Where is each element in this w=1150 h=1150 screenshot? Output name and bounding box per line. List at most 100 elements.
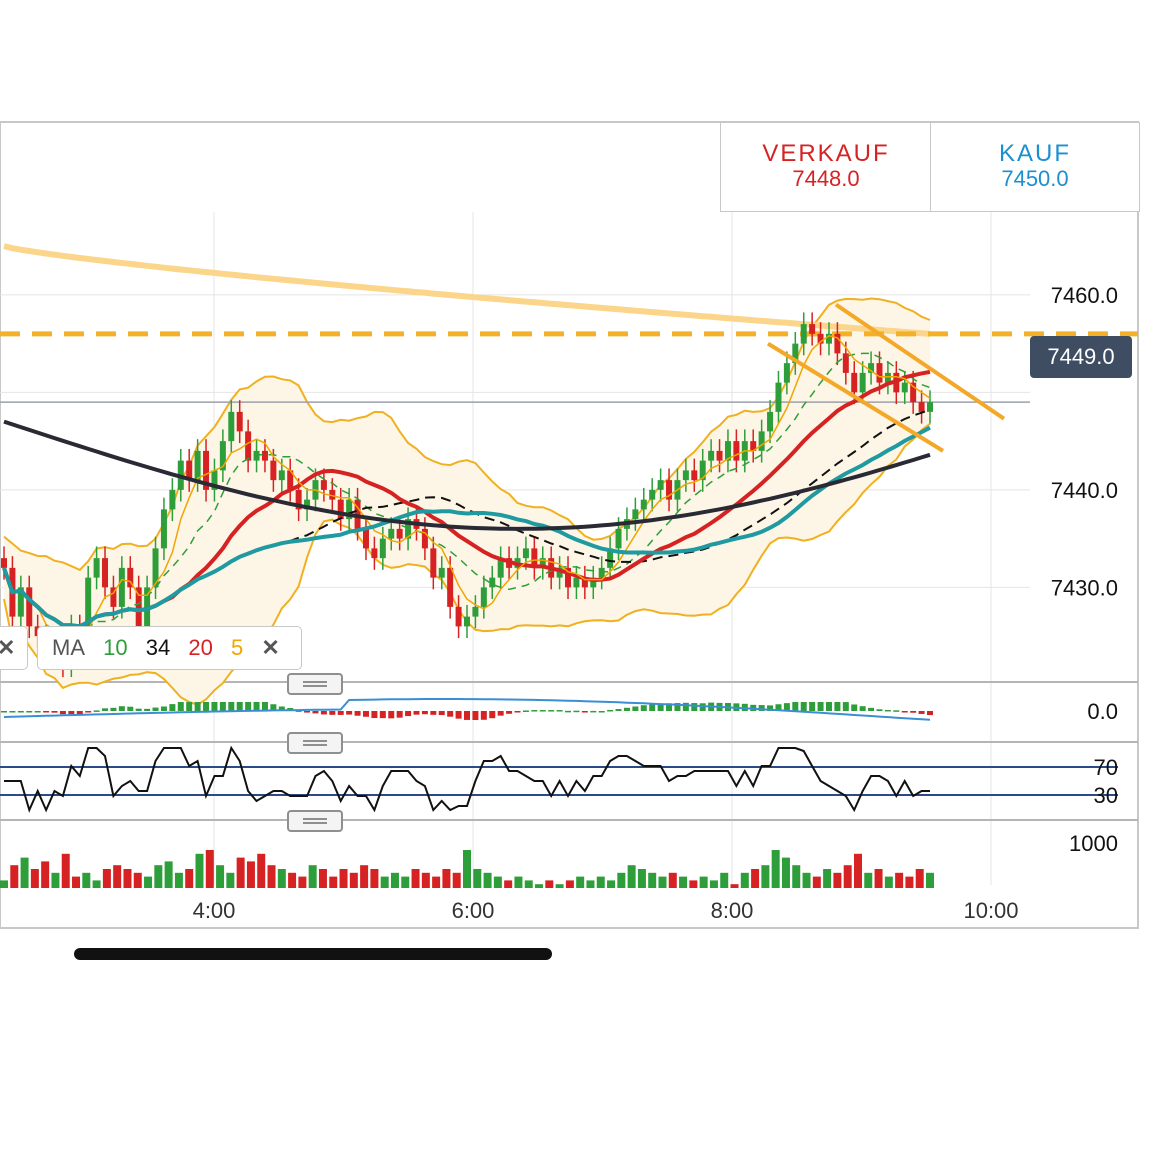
close-icon[interactable]: ✕ [261, 627, 279, 669]
macd-bar [346, 711, 352, 715]
volume-bar [545, 880, 553, 888]
volume-bar [566, 880, 574, 888]
volume-bar [875, 869, 883, 888]
macd-bar [161, 707, 167, 712]
rsi-level-label: 70 [1094, 755, 1118, 780]
volume-bar [484, 873, 492, 888]
macd-bar [498, 711, 504, 716]
candle-body [851, 373, 857, 393]
ma-legend[interactable]: MA 10 34 20 5 ✕ [37, 626, 302, 670]
volume-bar [226, 873, 234, 888]
macd-bar [169, 704, 175, 711]
macd-bar [818, 702, 824, 711]
macd-bar [110, 708, 116, 711]
candle-body [456, 607, 462, 627]
volume-bar [514, 877, 522, 888]
volume-bar [494, 877, 502, 888]
macd-bar [893, 710, 899, 712]
sell-price-box[interactable]: VERKAUF 7448.0 [720, 122, 932, 212]
volume-bar [504, 880, 512, 888]
macd-bar [515, 711, 521, 713]
macd-bar [211, 702, 217, 711]
candle-body [599, 568, 605, 578]
volume-bar [165, 861, 173, 888]
macd-bar [885, 710, 891, 712]
candle-body [430, 548, 436, 577]
volume-bar [41, 861, 49, 888]
volume-bar [401, 877, 409, 888]
candle-body [809, 324, 815, 334]
macd-bar [801, 702, 807, 711]
macd-bar [472, 711, 478, 720]
macd-bar [203, 702, 209, 711]
close-icon[interactable]: ✕ [0, 627, 15, 669]
macd-bar [26, 711, 32, 713]
volume-bar [761, 865, 769, 888]
macd-bar [102, 708, 108, 711]
volume-bar [72, 877, 80, 888]
volume-bar [689, 880, 697, 888]
macd-bar [195, 702, 201, 711]
panel-resize-handle[interactable] [287, 673, 343, 695]
volume-bar [442, 869, 450, 888]
candle-body [161, 509, 167, 548]
candle-body [321, 480, 327, 490]
volume-bar [617, 873, 625, 888]
candle-body [279, 470, 285, 480]
volume-bar [453, 873, 461, 888]
volume-bar [257, 854, 265, 888]
candle-body [481, 587, 487, 607]
macd-bar [876, 709, 882, 711]
candle-body [254, 451, 260, 461]
macd-bar [422, 711, 428, 714]
sell-label: VERKAUF [721, 141, 931, 167]
volume-bar [237, 858, 245, 888]
volume-bar [926, 873, 934, 888]
candle-body [784, 363, 790, 383]
volume-bar [216, 865, 224, 888]
volume-bar [154, 865, 162, 888]
macd-bar [321, 711, 327, 714]
macd-bar [237, 702, 243, 711]
candle-body [801, 324, 807, 344]
volume-bar [206, 850, 214, 888]
macd-bar [641, 705, 647, 711]
panel-resize-handle[interactable] [287, 810, 343, 832]
volume-bar [412, 869, 420, 888]
candle-body [136, 587, 142, 626]
macd-bar [489, 711, 495, 718]
macd-bar [220, 702, 226, 711]
volume-bar [21, 858, 29, 888]
macd-bar [624, 708, 630, 711]
volume-bar [185, 869, 193, 888]
macd-bar [127, 707, 133, 711]
candle-body [523, 548, 529, 558]
rsi-level-label: 30 [1094, 783, 1118, 808]
volume-bar [278, 869, 286, 888]
volume-bar [123, 869, 131, 888]
buy-price-box[interactable]: KAUF 7450.0 [930, 122, 1140, 212]
candle-body [708, 451, 714, 461]
y-tick-label: 7460.0 [1051, 283, 1118, 308]
macd-bar [178, 702, 184, 711]
candle-body [876, 363, 882, 383]
volume-bar [586, 880, 594, 888]
sell-value: 7448.0 [721, 167, 931, 191]
candle-body [767, 412, 773, 432]
macd-bar [413, 711, 419, 715]
candle-body [919, 402, 925, 412]
volume-bar [628, 865, 636, 888]
x-tick-label: 4:00 [193, 898, 236, 923]
indicator-legend-left[interactable]: ✕ [0, 626, 28, 670]
candle-body [237, 412, 243, 432]
macd-bar [851, 704, 857, 711]
candle-body [658, 480, 664, 490]
candle-body [649, 490, 655, 500]
volume-bar [792, 865, 800, 888]
macd-bar [860, 706, 866, 711]
macd-bar [329, 711, 335, 715]
candle-body [632, 509, 638, 519]
horizontal-scrollbar[interactable] [74, 948, 552, 960]
candle-body [245, 431, 251, 460]
panel-resize-handle[interactable] [287, 732, 343, 754]
